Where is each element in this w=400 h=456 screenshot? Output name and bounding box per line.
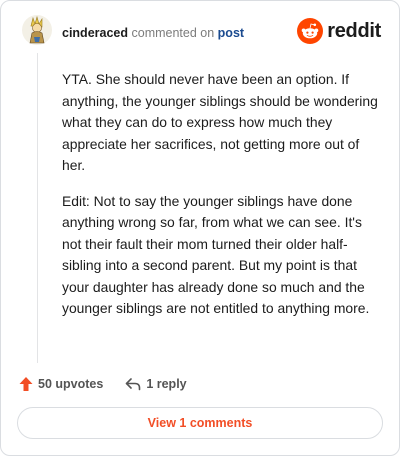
comment-body: YTA. She should never have been an optio… bbox=[62, 69, 384, 334]
comment-paragraph: YTA. She should never have been an optio… bbox=[62, 71, 378, 173]
post-link[interactable]: post bbox=[218, 26, 244, 40]
comment-header: cinderaced commented on post reddit bbox=[22, 15, 385, 55]
reply-arrow-icon bbox=[126, 378, 141, 391]
comment-meta: cinderaced commented on post bbox=[62, 26, 244, 40]
comment-paragraph: Edit: Not to say the younger siblings ha… bbox=[62, 192, 370, 317]
thread-line bbox=[37, 53, 38, 363]
view-comments-button[interactable]: View 1 comments bbox=[17, 407, 383, 439]
avatar-icon[interactable] bbox=[22, 15, 52, 45]
reddit-wordmark: reddit bbox=[327, 19, 381, 42]
reply-count: 1 reply bbox=[146, 377, 187, 391]
reddit-logo-icon bbox=[297, 18, 324, 44]
reddit-brand[interactable]: reddit bbox=[297, 17, 381, 45]
upvote-button[interactable]: 50 upvotes bbox=[19, 376, 103, 392]
comment-actions: 50 upvotes 1 reply bbox=[19, 375, 187, 393]
upvote-arrow-icon bbox=[19, 377, 33, 391]
username-link[interactable]: cinderaced bbox=[62, 26, 128, 40]
upvotes-count: 50 upvotes bbox=[38, 377, 104, 391]
reply-button[interactable]: 1 reply bbox=[125, 377, 187, 391]
commented-on-text: commented on bbox=[131, 26, 215, 40]
comment-card: cinderaced commented on post reddit YTA.… bbox=[0, 0, 400, 456]
